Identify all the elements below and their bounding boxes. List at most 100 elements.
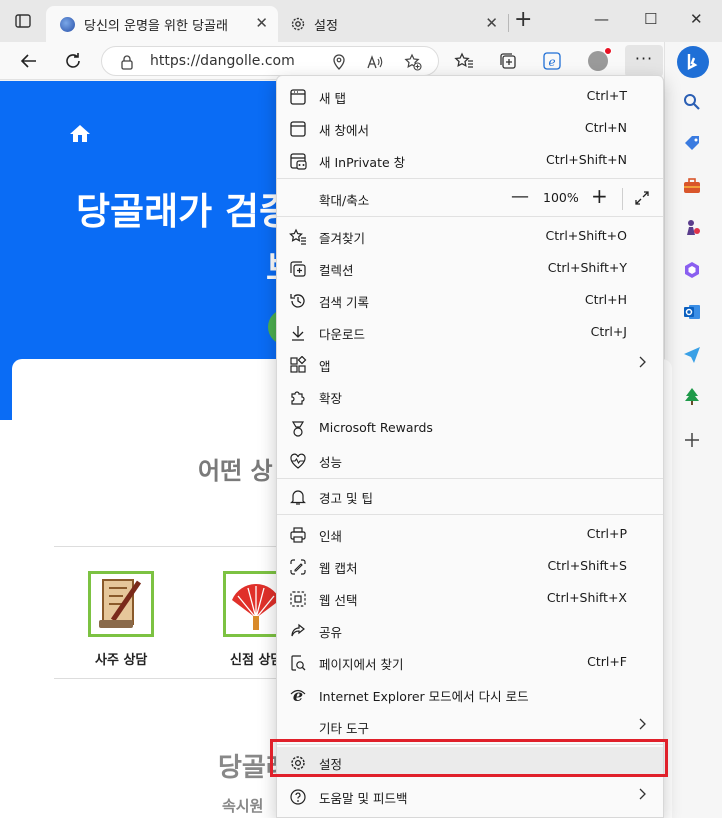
zoom-out-button[interactable]: — bbox=[511, 186, 529, 207]
web-select-icon bbox=[290, 591, 306, 607]
menu-item-zoom: 확대/축소 — 100% + bbox=[277, 182, 663, 214]
tab-dangolle[interactable]: 당신의 운명을 위한 당골래 ✕ bbox=[46, 6, 278, 42]
menu-label: Microsoft Rewards bbox=[319, 420, 433, 435]
lock-icon[interactable] bbox=[120, 54, 134, 70]
send-icon[interactable] bbox=[682, 344, 702, 364]
collections-icon[interactable] bbox=[498, 51, 518, 71]
menu-item-downloads[interactable]: 다운로드 Ctrl+J bbox=[277, 316, 663, 348]
history-icon bbox=[290, 294, 305, 308]
menu-label: 컬렉션 bbox=[319, 263, 354, 278]
tab-close-icon[interactable]: ✕ bbox=[255, 14, 268, 32]
collections-icon bbox=[290, 261, 306, 277]
tab-title: 설정 bbox=[314, 19, 338, 34]
menu-item-share[interactable]: 공유 bbox=[277, 614, 663, 646]
read-aloud-icon[interactable] bbox=[366, 53, 384, 71]
add-icon[interactable] bbox=[682, 430, 702, 450]
tools-icon[interactable] bbox=[682, 176, 702, 196]
tab-title: 당신의 운명을 위한 당골래 bbox=[84, 19, 228, 34]
menu-shortcut: Ctrl+J bbox=[590, 324, 627, 339]
refresh-icon[interactable] bbox=[62, 50, 84, 72]
settings-and-more-button[interactable]: ··· bbox=[625, 45, 663, 77]
menu-item-performance[interactable]: 성능 bbox=[277, 444, 663, 476]
saju-service-icon[interactable] bbox=[88, 571, 154, 637]
menu-item-rewards[interactable]: Microsoft Rewards bbox=[277, 412, 663, 444]
menu-label: 웹 캡처 bbox=[319, 561, 358, 576]
home-icon[interactable] bbox=[69, 123, 91, 143]
menu-label: 새 InPrivate 창 bbox=[319, 155, 406, 170]
menu-item-apps[interactable]: 앱 bbox=[277, 348, 663, 380]
search-icon[interactable] bbox=[682, 92, 702, 112]
menu-shortcut: Ctrl+Shift+X bbox=[546, 590, 627, 605]
tab-actions-icon[interactable] bbox=[14, 12, 32, 30]
menu-item-history[interactable]: 검색 기록 Ctrl+H bbox=[277, 284, 663, 316]
location-icon[interactable] bbox=[330, 53, 348, 71]
menu-item-more-tools[interactable]: 기타 도구 bbox=[277, 710, 663, 742]
menu-item-inprivate[interactable]: 새 InPrivate 창 Ctrl+Shift+N bbox=[277, 144, 663, 176]
menu-label: 기타 도구 bbox=[319, 721, 369, 736]
tree-icon[interactable] bbox=[682, 386, 702, 406]
menu-label: 공유 bbox=[319, 625, 343, 640]
tab-settings[interactable]: 설정 ✕ bbox=[282, 6, 508, 42]
menu-shortcut: Ctrl+P bbox=[586, 526, 627, 541]
url-text[interactable]: https://dangolle.com bbox=[150, 53, 295, 69]
settings-and-more-menu: 새 탭 Ctrl+T 새 창에서 Ctrl+N 새 InPrivate 창 Ct… bbox=[276, 75, 664, 818]
maximize-button[interactable]: ☐ bbox=[644, 10, 657, 28]
print-icon bbox=[290, 527, 306, 543]
ie-mode-icon[interactable]: e bbox=[542, 51, 562, 71]
chevron-right-icon bbox=[639, 788, 646, 800]
gear-icon bbox=[291, 17, 305, 31]
profile-avatar[interactable] bbox=[588, 47, 612, 71]
microsoft-365-icon[interactable] bbox=[682, 260, 702, 280]
menu-item-help[interactable]: 도움말 및 피드백 bbox=[277, 780, 663, 812]
find-icon bbox=[291, 655, 306, 671]
menu-label: 다운로드 bbox=[319, 327, 366, 342]
menu-item-extensions[interactable]: 확장 bbox=[277, 380, 663, 412]
menu-item-ie-mode[interactable]: e Internet Explorer 모드에서 다시 로드 bbox=[277, 678, 663, 710]
menu-shortcut: Ctrl+F bbox=[587, 654, 627, 669]
edge-sidebar bbox=[664, 42, 722, 818]
back-icon[interactable] bbox=[18, 50, 40, 72]
menu-label: 새 창에서 bbox=[319, 123, 369, 138]
add-favorite-icon[interactable] bbox=[404, 53, 422, 71]
menu-label: 새 탭 bbox=[319, 91, 346, 106]
menu-item-new-window[interactable]: 새 창에서 Ctrl+N bbox=[277, 112, 663, 144]
chevron-right-icon bbox=[639, 356, 646, 368]
outlook-icon[interactable] bbox=[682, 302, 702, 322]
games-icon[interactable] bbox=[682, 218, 702, 238]
address-bar[interactable]: https://dangolle.com bbox=[101, 46, 439, 76]
rewards-icon bbox=[291, 421, 305, 437]
menu-item-favorites[interactable]: 즐겨찾기 Ctrl+Shift+O bbox=[277, 220, 663, 252]
new-tab-button[interactable]: + bbox=[514, 9, 532, 31]
menu-item-find[interactable]: 페이지에서 찾기 Ctrl+F bbox=[277, 646, 663, 678]
inprivate-icon bbox=[290, 153, 307, 170]
svg-text:e: e bbox=[548, 55, 555, 69]
zoom-in-button[interactable]: + bbox=[591, 184, 608, 208]
apps-icon bbox=[290, 356, 307, 373]
menu-item-print[interactable]: 인쇄 Ctrl+P bbox=[277, 518, 663, 550]
menu-item-alerts[interactable]: 경고 및 팁 bbox=[277, 480, 663, 512]
notification-dot bbox=[604, 47, 612, 55]
menu-label: 검색 기록 bbox=[319, 295, 369, 310]
menu-label: 성능 bbox=[319, 455, 343, 470]
favorites-icon[interactable] bbox=[454, 51, 474, 71]
menu-item-collections[interactable]: 컬렉션 Ctrl+Shift+Y bbox=[277, 252, 663, 284]
performance-icon bbox=[290, 453, 306, 469]
minimize-button[interactable]: — bbox=[594, 10, 609, 28]
menu-shortcut: Ctrl+Shift+N bbox=[546, 152, 627, 167]
bell-icon bbox=[290, 490, 306, 505]
menu-item-web-capture[interactable]: 웹 캡처 Ctrl+Shift+S bbox=[277, 550, 663, 582]
shopping-icon[interactable] bbox=[682, 134, 702, 154]
menu-label: 페이지에서 찾기 bbox=[319, 657, 404, 672]
menu-shortcut: Ctrl+Shift+S bbox=[547, 558, 627, 573]
menu-label: 앱 bbox=[319, 359, 331, 374]
zoom-value: 100% bbox=[543, 190, 579, 205]
bing-chat-icon[interactable] bbox=[677, 46, 709, 78]
fullscreen-icon[interactable] bbox=[634, 190, 650, 206]
close-window-button[interactable]: ✕ bbox=[690, 10, 703, 28]
menu-item-new-tab[interactable]: 새 탭 Ctrl+T bbox=[277, 80, 663, 112]
extensions-icon bbox=[291, 391, 305, 405]
tab-close-icon[interactable]: ✕ bbox=[485, 14, 498, 32]
menu-item-web-select[interactable]: 웹 선택 Ctrl+Shift+X bbox=[277, 582, 663, 614]
ie-mode-icon: e bbox=[290, 686, 306, 704]
menu-label: 웹 선택 bbox=[319, 593, 358, 608]
